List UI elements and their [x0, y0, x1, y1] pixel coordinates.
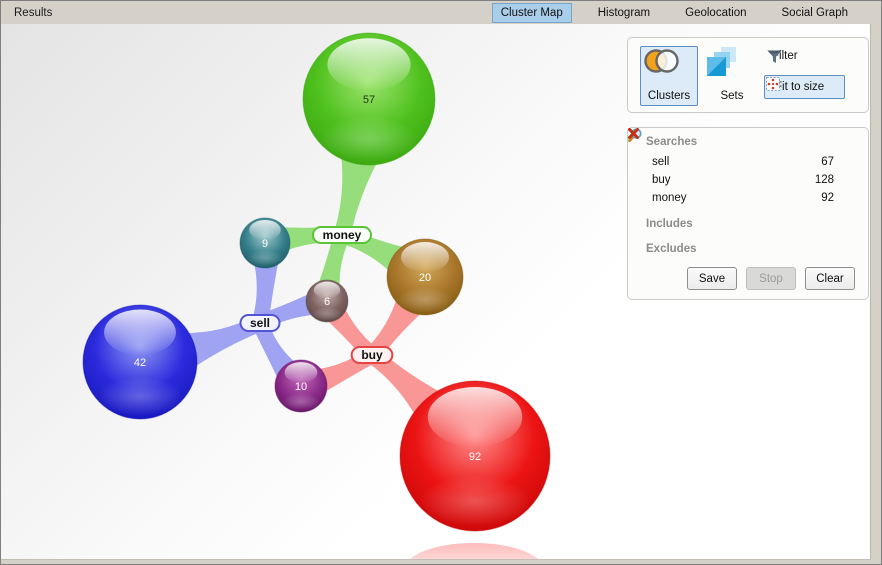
cluster-bubble-6[interactable]: 6: [306, 280, 348, 322]
cluster-label-money[interactable]: money: [313, 227, 371, 243]
bubble-count-label: 57: [363, 94, 375, 106]
search-term: buy: [652, 174, 671, 186]
cluster-bubble-57[interactable]: 57: [303, 33, 435, 165]
bubble-count-label: 42: [134, 357, 146, 369]
fit-to-size-button[interactable]: Fit to size: [764, 75, 845, 99]
clear-button[interactable]: Clear: [805, 267, 855, 290]
cluster-label-buy[interactable]: buy: [352, 347, 393, 363]
fit-to-size-label: Fit to size: [775, 81, 824, 93]
search-count: 67: [821, 156, 834, 168]
tab-cluster-map[interactable]: Cluster Map: [492, 3, 572, 23]
stop-button: Stop: [746, 267, 796, 290]
remove-search-icon[interactable]: [842, 156, 855, 169]
tab-geolocation[interactable]: Geolocation: [676, 3, 755, 23]
cluster-label-sell[interactable]: sell: [240, 315, 279, 331]
cluster-label-text: sell: [250, 316, 270, 330]
search-row-sell[interactable]: sell 67: [646, 153, 855, 171]
cluster-label-text: buy: [361, 348, 383, 362]
bubble-count-label: 9: [262, 238, 268, 250]
cluster-bubbles: 57 9 20 6 42 10 92: [83, 33, 550, 531]
search-row-buy[interactable]: buy 128: [646, 171, 855, 189]
bubble-count-label: 10: [295, 381, 307, 393]
tab-bar: Cluster Map Histogram Geolocation Social…: [492, 3, 857, 23]
remove-search-icon[interactable]: [842, 174, 855, 187]
remove-search-icon[interactable]: [842, 192, 855, 205]
includes-header: Includes: [646, 218, 855, 230]
search-count: 92: [821, 192, 834, 204]
tab-social-graph[interactable]: Social Graph: [773, 3, 857, 23]
search-term: sell: [652, 156, 669, 168]
clusters-button[interactable]: Clusters: [640, 46, 698, 106]
cluster-bubble-92[interactable]: 92: [400, 381, 550, 531]
save-button[interactable]: Save: [687, 267, 737, 290]
bubble-count-label: 6: [324, 296, 330, 308]
bubble-reflection: [404, 543, 544, 559]
bubble-count-label: 20: [419, 272, 431, 284]
top-bar: Results Cluster Map Histogram Geolocatio…: [1, 1, 881, 24]
view-toolbar-panel: Clusters Sets Filter: [627, 37, 869, 113]
sets-button-label: Sets: [720, 90, 743, 102]
excludes-header: Excludes: [646, 243, 855, 255]
cluster-bubble-10[interactable]: 10: [275, 360, 327, 412]
cluster-bubble-42[interactable]: 42: [83, 305, 197, 419]
search-row-money[interactable]: money 92: [646, 189, 855, 207]
search-term: money: [652, 192, 687, 204]
clusters-button-label: Clusters: [648, 90, 690, 102]
tab-histogram[interactable]: Histogram: [589, 3, 659, 23]
bubble-reflections: [404, 543, 544, 559]
filter-button[interactable]: Filter: [767, 50, 798, 62]
search-count: 128: [815, 174, 834, 186]
cluster-bubble-20[interactable]: 20: [387, 239, 463, 315]
cluster-bubble-9[interactable]: 9: [240, 218, 290, 268]
search-panel-buttons: Save Stop Clear: [687, 267, 855, 290]
bubble-count-label: 92: [469, 451, 481, 463]
searches-header: Searches: [646, 136, 855, 148]
searches-panel: Searches sell 67: [627, 127, 869, 300]
results-title: Results: [14, 7, 52, 19]
cluster-label-text: money: [323, 228, 362, 242]
cluster-map-canvas[interactable]: 579206421092moneysellbuy Clusters Se: [1, 24, 871, 560]
sets-button[interactable]: Sets: [705, 46, 759, 106]
